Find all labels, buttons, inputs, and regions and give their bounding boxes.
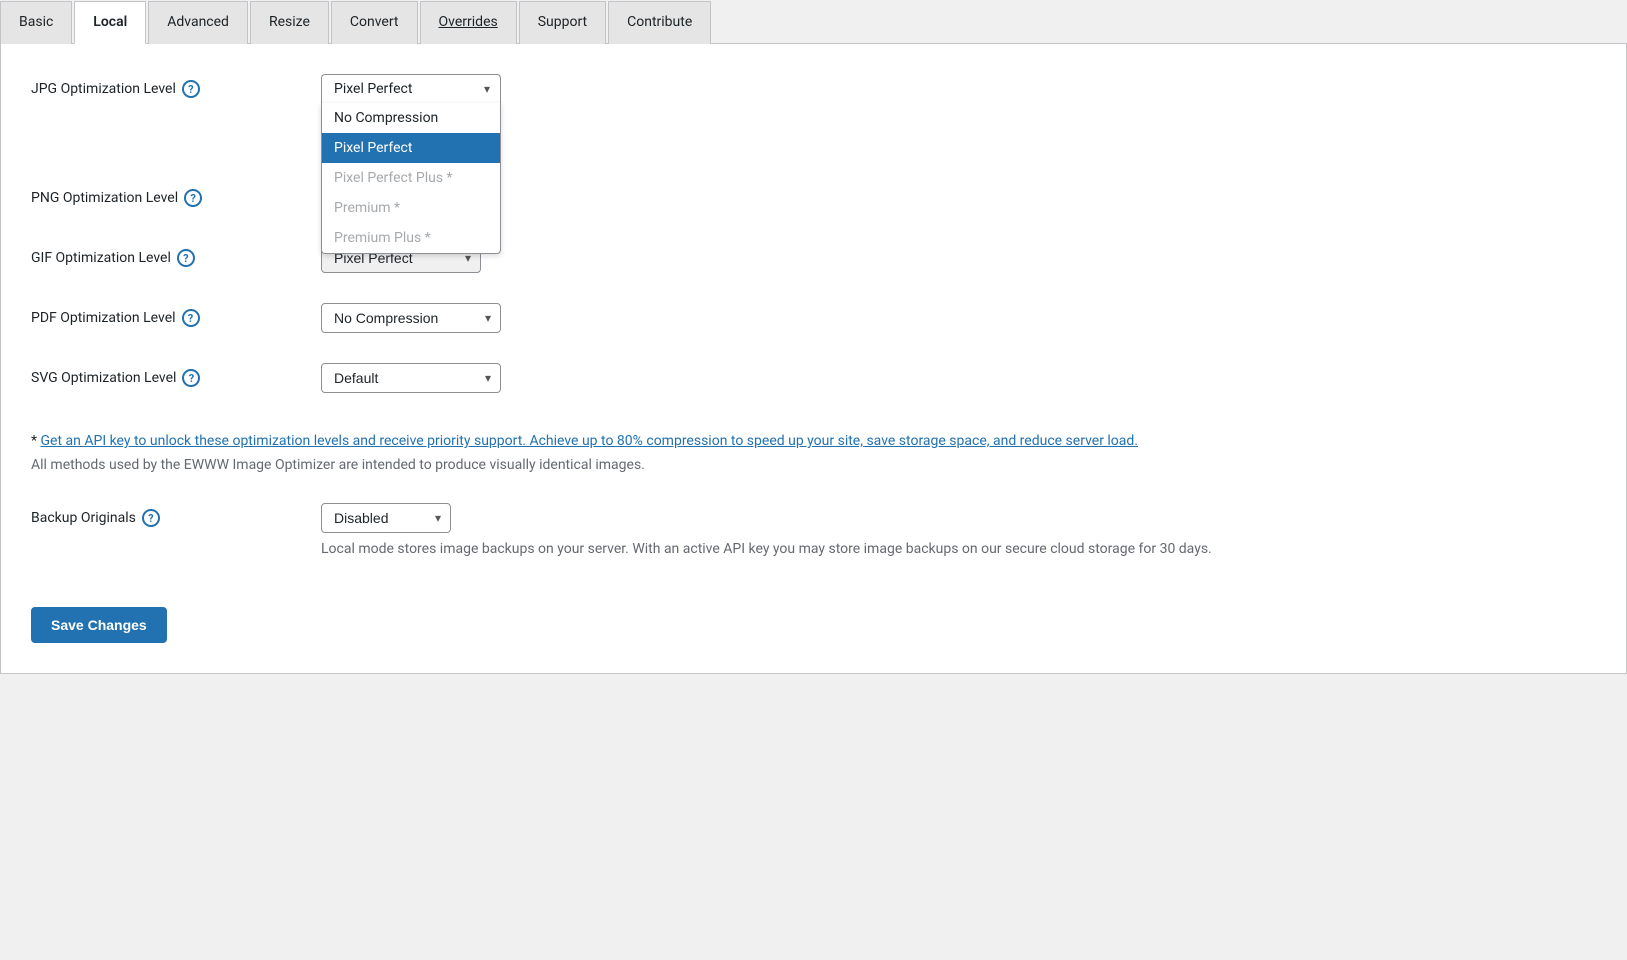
api-description: All methods used by the EWWW Image Optim… [31,457,1596,473]
jpg-option-premium[interactable]: Premium * [322,193,500,223]
backup-help-icon[interactable]: ? [142,509,160,527]
svg-help-icon[interactable]: ? [182,369,200,387]
tab-local[interactable]: Local [74,1,146,44]
backup-label: Backup Originals ? [31,503,321,527]
api-link-line: * Get an API key to unlock these optimiz… [31,433,1596,449]
jpg-option-pixel-perfect-plus[interactable]: Pixel Perfect Plus * [322,163,500,193]
tabs-nav: Basic Local Advanced Resize Convert Over… [0,0,1627,44]
pdf-control-area: No Compression ▾ [321,303,1596,333]
jpg-dropdown-menu: No Compression Pixel Perfect Pixel Perfe… [321,103,501,254]
png-help-icon[interactable]: ? [184,189,202,207]
pdf-optimization-row: PDF Optimization Level ? No Compression … [31,303,1596,333]
pdf-help-icon[interactable]: ? [182,309,200,327]
pdf-label: PDF Optimization Level ? [31,303,321,327]
pdf-select-wrapper: No Compression ▾ [321,303,501,333]
jpg-option-premium-plus[interactable]: Premium Plus * [322,223,500,253]
backup-select-wrapper: Disabled ▾ [321,503,451,533]
gif-control-area: No Compression Pixel Perfect ▾ [321,243,1596,273]
jpg-option-pixel-perfect[interactable]: Pixel Perfect [322,133,500,163]
svg-control-area: Default ▾ [321,363,1596,393]
tab-convert[interactable]: Convert [331,1,418,44]
api-notice-section: * Get an API key to unlock these optimiz… [31,433,1596,473]
save-button-container: Save Changes [31,587,1596,643]
svg-optimization-row: SVG Optimization Level ? Default ▾ [31,363,1596,393]
tab-advanced[interactable]: Advanced [148,1,248,44]
png-optimization-row: PNG Optimization Level ? Pixel Perfect ▾ [31,183,1596,213]
gif-help-icon[interactable]: ? [177,249,195,267]
jpg-chevron-icon: ▾ [484,82,490,96]
backup-control-area: Disabled ▾ Local mode stores image backu… [321,503,1596,557]
jpg-label: JPG Optimization Level ? [31,74,321,98]
gif-optimization-row: GIF Optimization Level ? No Compression … [31,243,1596,273]
svg-label: SVG Optimization Level ? [31,363,321,387]
jpg-control-area: Pixel Perfect ▾ No Compression Pixel Per… [321,74,1596,103]
png-control-area: Pixel Perfect ▾ [321,183,1596,213]
svg-select[interactable]: Default [321,363,501,393]
backup-select[interactable]: Disabled [321,503,451,533]
jpg-option-no-compression[interactable]: No Compression [322,103,500,133]
tab-resize[interactable]: Resize [250,1,329,44]
jpg-dropdown-container: Pixel Perfect ▾ No Compression Pixel Per… [321,74,501,103]
tab-basic[interactable]: Basic [0,1,72,44]
content-area: JPG Optimization Level ? Pixel Perfect ▾… [0,44,1627,674]
gif-label: GIF Optimization Level ? [31,243,321,267]
jpg-optimization-row: JPG Optimization Level ? Pixel Perfect ▾… [31,74,1596,103]
svg-select-wrapper: Default ▾ [321,363,501,393]
save-button[interactable]: Save Changes [31,607,167,643]
tab-contribute[interactable]: Contribute [608,1,711,44]
jpg-select-box[interactable]: Pixel Perfect ▾ [321,74,501,103]
tab-support[interactable]: Support [519,1,606,44]
tab-overrides[interactable]: Overrides [420,1,517,44]
backup-description: Local mode stores image backups on your … [321,541,1596,557]
jpg-help-icon[interactable]: ? [182,80,200,98]
png-label: PNG Optimization Level ? [31,183,321,207]
backup-row: Backup Originals ? Disabled ▾ Local mode… [31,503,1596,557]
api-link[interactable]: Get an API key to unlock these optimizat… [41,433,1138,449]
pdf-select[interactable]: No Compression [321,303,501,333]
